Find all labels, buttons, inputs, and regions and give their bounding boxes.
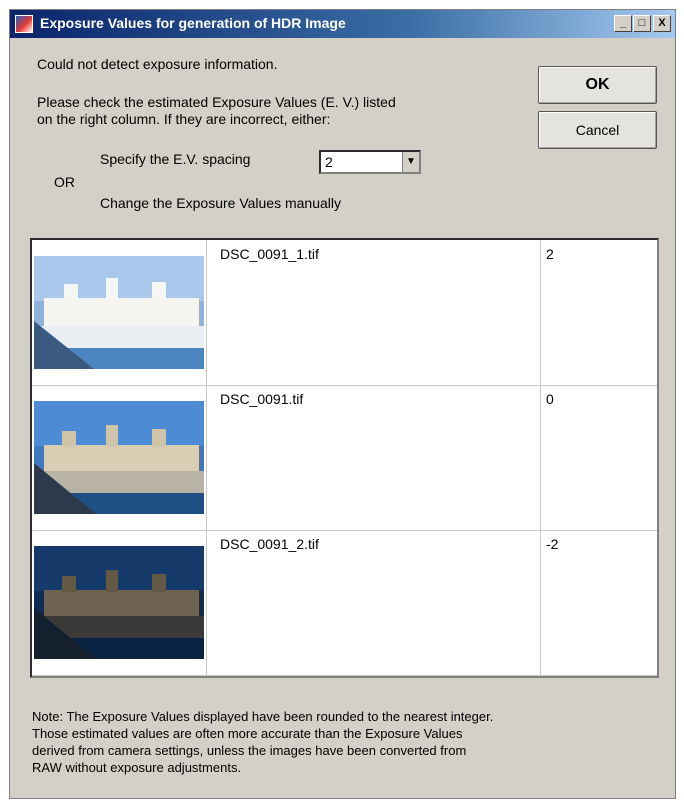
no-exposure-message: Could not detect exposure information. bbox=[37, 56, 278, 72]
image-list[interactable]: DSC_0091_1.tif 2 DSC_0091.tif 0 DSC_0091… bbox=[30, 238, 659, 678]
image-filename: DSC_0091.tif bbox=[220, 391, 304, 407]
image-row[interactable]: DSC_0091_2.tif -2 bbox=[32, 530, 657, 676]
maximize-button[interactable]: □ bbox=[633, 15, 651, 32]
image-row[interactable]: DSC_0091_1.tif 2 bbox=[32, 240, 657, 386]
hdr-exposure-dialog: Exposure Values for generation of HDR Im… bbox=[9, 9, 676, 799]
exposure-value[interactable]: 2 bbox=[546, 246, 554, 262]
thumbnail-cell bbox=[32, 530, 207, 675]
note-line: RAW without exposure adjustments. bbox=[32, 760, 242, 775]
close-button[interactable]: X bbox=[653, 15, 671, 32]
title-bar[interactable]: Exposure Values for generation of HDR Im… bbox=[10, 10, 675, 38]
image-filename: DSC_0091_2.tif bbox=[220, 536, 319, 552]
window-title: Exposure Values for generation of HDR Im… bbox=[40, 15, 346, 31]
image-filename: DSC_0091_1.tif bbox=[220, 246, 319, 262]
thumbnail-image-underexposed bbox=[34, 546, 204, 659]
thumbnail-image-overexposed bbox=[34, 256, 204, 369]
ev-spacing-value: 2 bbox=[325, 154, 333, 170]
note-line: Note: The Exposure Values displayed have… bbox=[32, 709, 494, 724]
exposure-value[interactable]: 0 bbox=[546, 391, 554, 407]
image-row[interactable]: DSC_0091.tif 0 bbox=[32, 385, 657, 531]
note-line: derived from camera settings, unless the… bbox=[32, 743, 467, 758]
chevron-down-icon[interactable]: ▼ bbox=[402, 152, 419, 172]
ev-spacing-label: Specify the E.V. spacing bbox=[100, 151, 251, 167]
or-label: OR bbox=[54, 174, 75, 190]
cancel-button[interactable]: Cancel bbox=[538, 111, 657, 149]
thumbnail-image-normal bbox=[34, 401, 204, 514]
column-divider bbox=[540, 240, 541, 385]
app-icon bbox=[15, 15, 33, 33]
note-line: Those estimated values are often more ac… bbox=[32, 726, 463, 741]
minimize-button[interactable]: _ bbox=[614, 15, 632, 32]
ok-button[interactable]: OK bbox=[538, 66, 657, 104]
column-divider bbox=[540, 385, 541, 530]
column-divider bbox=[540, 530, 541, 675]
manual-change-label: Change the Exposure Values manually bbox=[100, 195, 342, 211]
thumbnail-cell bbox=[32, 240, 207, 385]
instruction-line-2: on the right column. If they are incorre… bbox=[37, 111, 331, 127]
exposure-value[interactable]: -2 bbox=[546, 536, 558, 552]
thumbnail-cell bbox=[32, 385, 207, 530]
rounding-note: Note: The Exposure Values displayed have… bbox=[32, 708, 652, 776]
ev-spacing-select[interactable]: 2 ▼ bbox=[319, 150, 421, 174]
instruction-line-1: Please check the estimated Exposure Valu… bbox=[37, 94, 396, 110]
